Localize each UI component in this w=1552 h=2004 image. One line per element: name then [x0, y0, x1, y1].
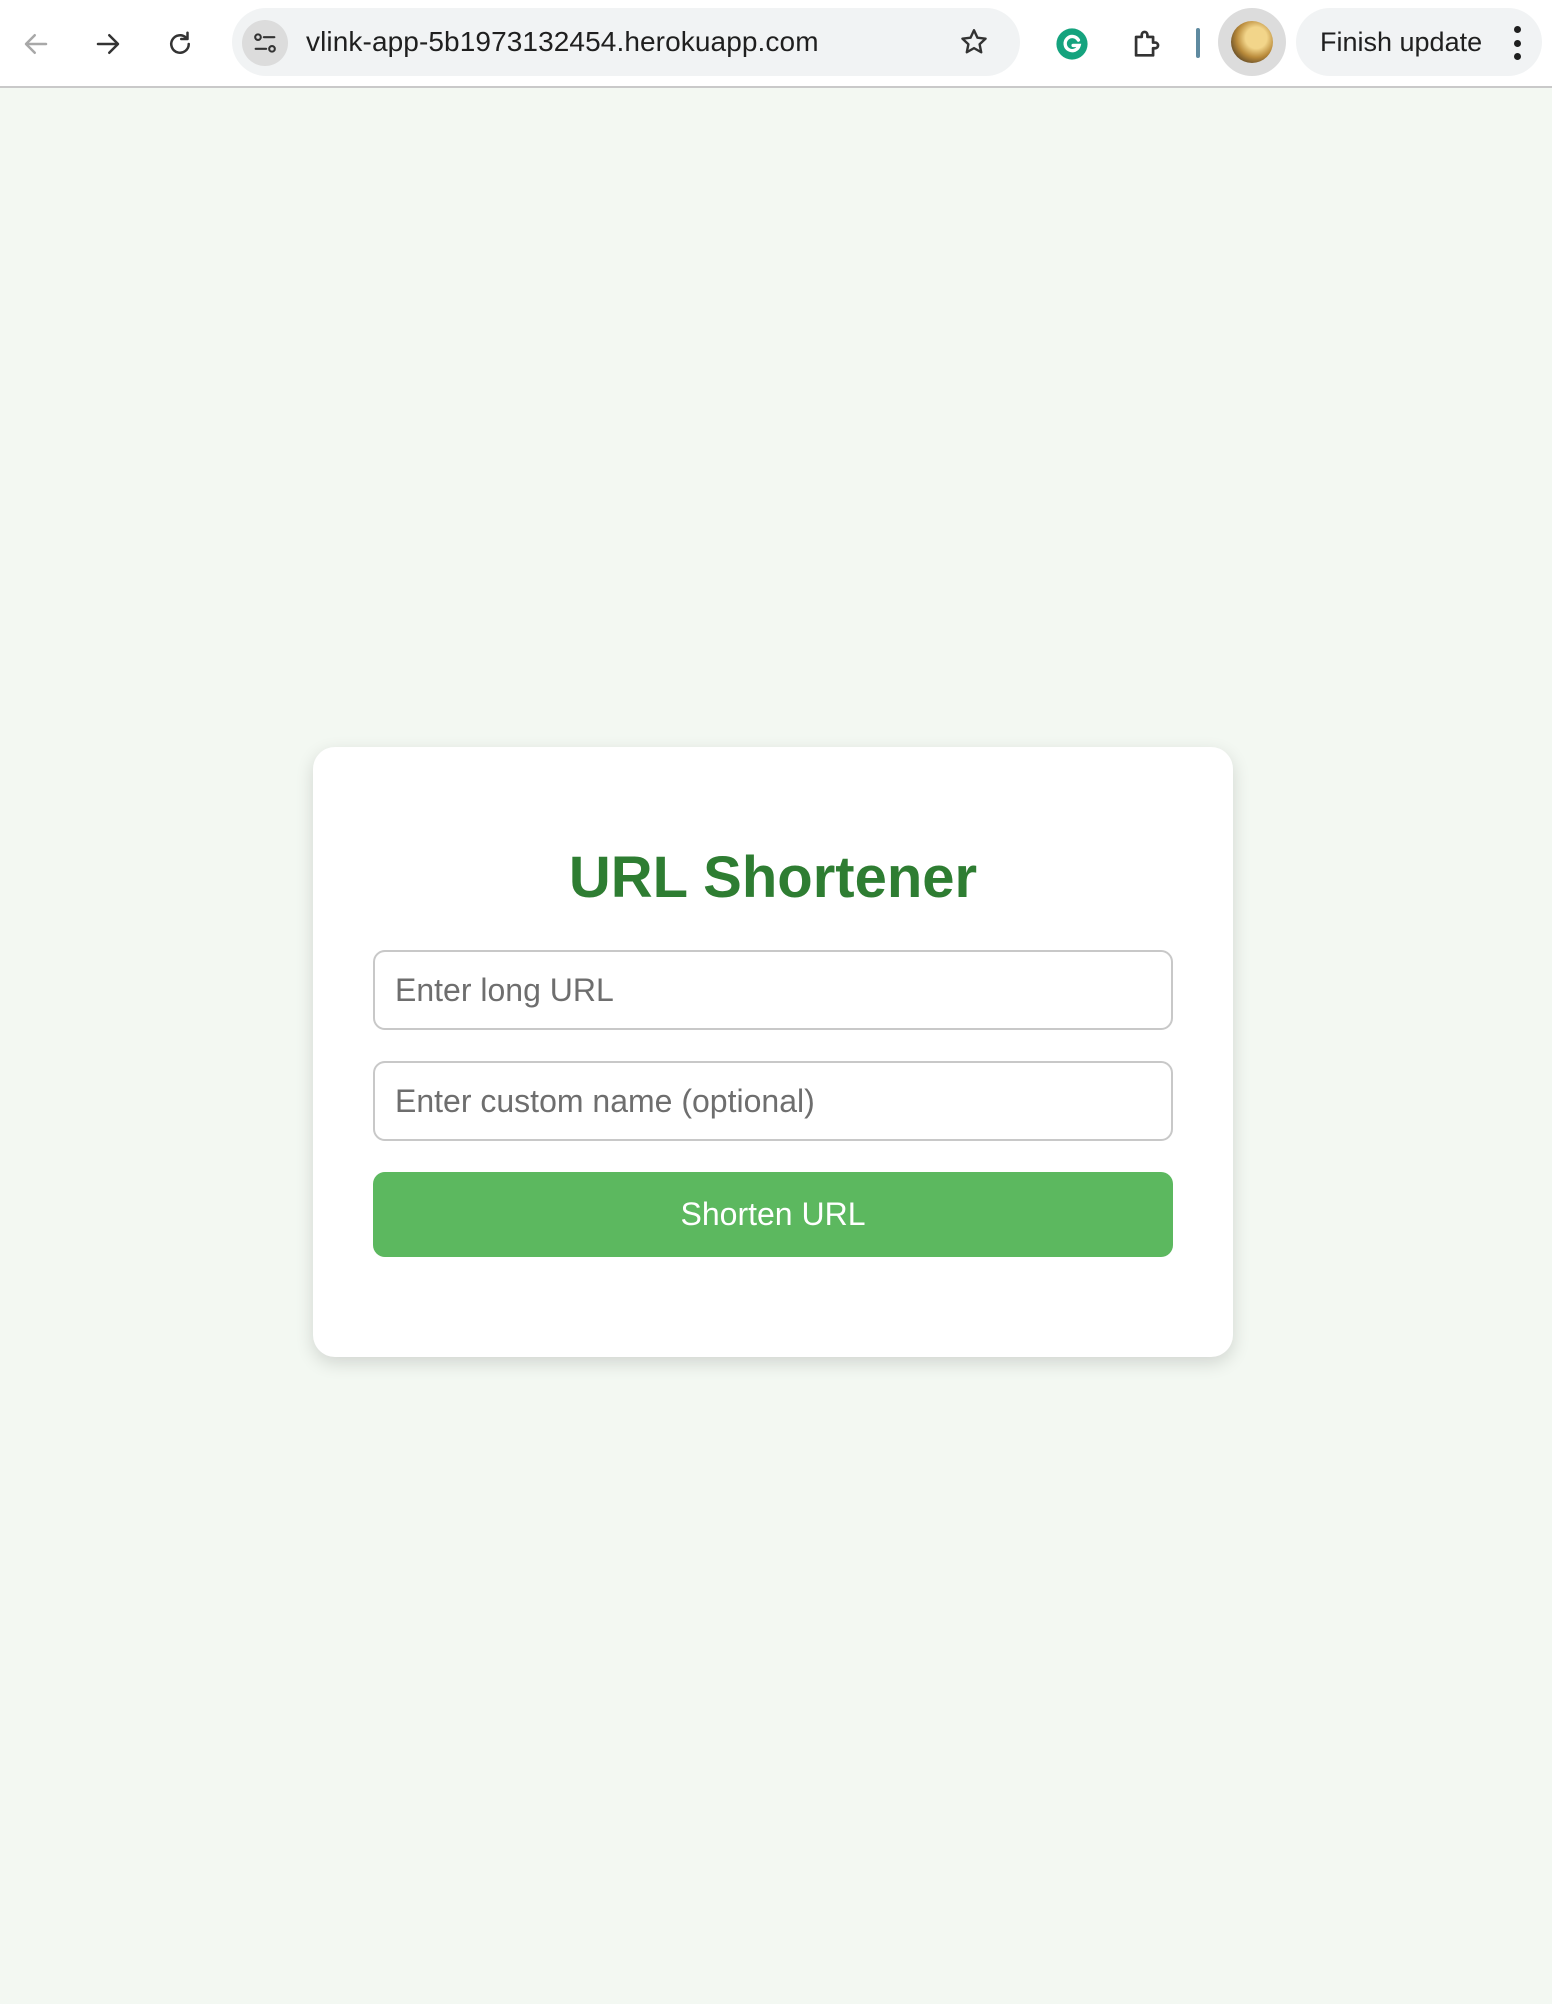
shorten-url-button[interactable]: Shorten URL	[373, 1172, 1173, 1257]
address-bar[interactable]: vlink-app-5b1973132454.herokuapp.com	[232, 8, 1020, 76]
extensions-button[interactable]	[1116, 14, 1176, 74]
forward-button[interactable]	[78, 14, 138, 74]
extensions-icon	[1134, 30, 1160, 57]
browser-toolbar: vlink-app-5b1973132454.herokuapp.com Fin…	[0, 0, 1552, 88]
toolbar-divider	[1196, 28, 1200, 58]
url-text[interactable]: vlink-app-5b1973132454.herokuapp.com	[306, 8, 819, 76]
finish-update-label: Finish update	[1320, 27, 1483, 57]
bookmark-star-icon	[961, 29, 987, 54]
back-button[interactable]	[6, 14, 66, 74]
bookmark-button[interactable]	[954, 22, 994, 62]
profile-button[interactable]	[1218, 8, 1286, 76]
back-icon	[24, 34, 48, 54]
forward-icon	[96, 34, 120, 54]
url-shortener-card: URL Shortener Shorten URL	[313, 747, 1233, 1357]
grammarly-extension-button[interactable]	[1042, 14, 1102, 74]
finish-update-button[interactable]: Finish update	[1296, 8, 1542, 76]
site-info-icon	[254, 33, 276, 53]
site-info-button[interactable]	[242, 20, 288, 66]
reload-button[interactable]	[150, 14, 210, 74]
long-url-input[interactable]	[373, 950, 1173, 1030]
profile-avatar	[1231, 21, 1273, 63]
page-title: URL Shortener	[568, 845, 978, 910]
grammarly-icon	[1056, 28, 1088, 60]
more-menu-icon[interactable]	[1510, 26, 1524, 60]
custom-name-input[interactable]	[373, 1061, 1173, 1141]
reload-icon	[170, 31, 190, 54]
